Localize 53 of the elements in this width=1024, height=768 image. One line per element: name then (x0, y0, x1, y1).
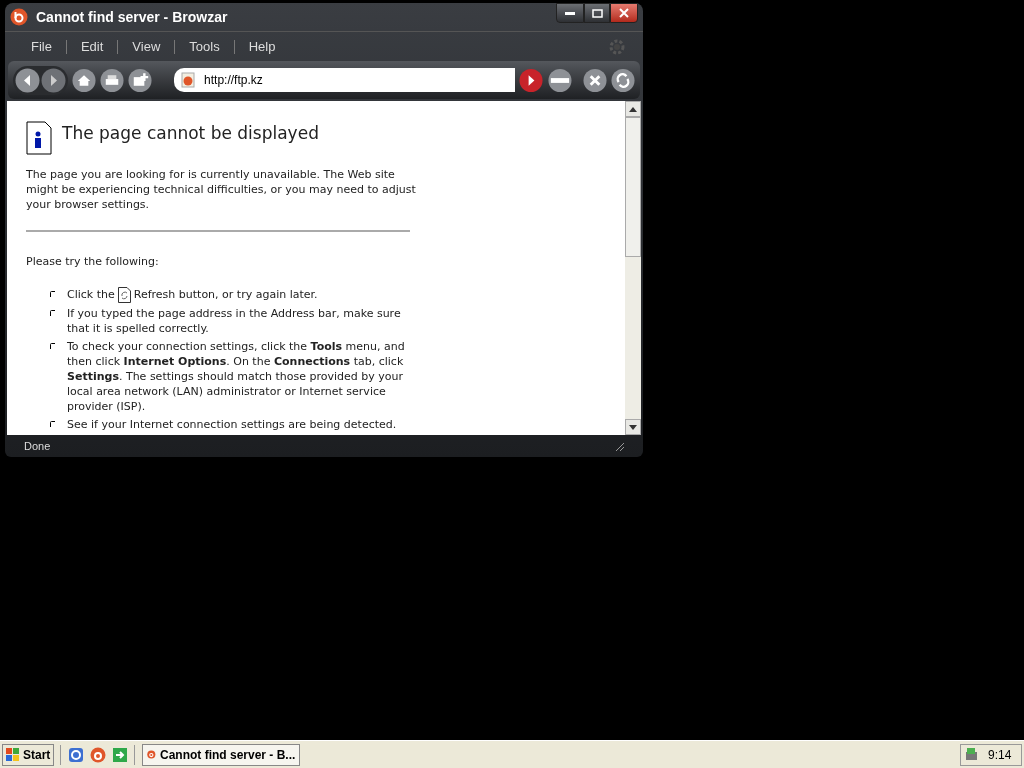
scroll-up-icon[interactable] (629, 106, 637, 112)
forward-button[interactable] (41, 67, 66, 93)
clock: 9:14 (988, 746, 1012, 764)
arrow-launch-icon[interactable] (112, 746, 129, 763)
instructions-label: Please try the following: (26, 254, 160, 270)
new-tab-button[interactable] (128, 67, 153, 93)
scroll-thumb[interactable] (625, 117, 641, 257)
page-icon (180, 72, 197, 88)
stop-button[interactable] (582, 67, 607, 93)
taskbar-window-button[interactable]: Cannot find server - B... (142, 743, 301, 766)
close-button[interactable] (610, 3, 638, 23)
dotcom-button[interactable] (546, 67, 573, 93)
bullet-text: To check your connection settings, click the Tools menu, and then click Internet Options. On the Connections tab, click Settings. The settings should match those provided by your local area network (LAN) administrator or Internet service provider (ISP). (67, 338, 406, 414)
window-title: Cannot find server - Browzar (36, 7, 228, 27)
start-button[interactable]: Start (2, 743, 55, 766)
browser-launch-icon[interactable] (68, 746, 85, 763)
menu-item[interactable]: Help (234, 36, 290, 57)
close-icon (619, 8, 629, 18)
browser-logo-icon (147, 747, 156, 762)
bullet-icon (50, 290, 55, 297)
bullet-text: See if your Internet connection settings are being detected. (67, 416, 397, 432)
bullet-text: If you typed the page address in the Address bar, make sure that it is spelled correctly. (67, 305, 402, 336)
minimize-icon (565, 11, 575, 15)
home-button[interactable] (72, 67, 97, 93)
resize-grip-icon[interactable] (614, 441, 624, 451)
scroll-down-icon[interactable] (629, 424, 637, 430)
intro-paragraph: The page you are looking for is currently unavailable. The Web site might be experiencing technical difficulties, or you may need to adjust your browser settings. (26, 167, 416, 212)
menu-item[interactable]: Edit (66, 36, 118, 57)
refresh-button[interactable] (610, 67, 635, 93)
back-button[interactable] (15, 67, 40, 93)
minimize-button[interactable] (556, 3, 584, 23)
bullet-text: Refresh button, or try again later. (133, 287, 318, 302)
print-button[interactable] (100, 67, 125, 93)
menu-item[interactable]: View (118, 36, 175, 57)
bullet-icon (50, 342, 55, 349)
network-icon[interactable] (964, 746, 980, 763)
refresh-icon (117, 286, 131, 303)
bullet-icon (50, 420, 55, 427)
browser-logo-icon (10, 8, 28, 26)
status-text: Done (24, 438, 51, 454)
maximize-button[interactable] (584, 3, 610, 23)
go-button[interactable] (518, 67, 543, 93)
windows-logo-icon (6, 747, 20, 762)
address-bar[interactable]: http://ftp.kz (174, 68, 515, 92)
menu-item[interactable]: Tools (175, 36, 234, 57)
browzar-launch-icon[interactable] (90, 746, 107, 763)
info-icon (26, 121, 52, 155)
maximize-icon (591, 8, 603, 18)
bullet-icon (50, 309, 55, 316)
page-heading: The page cannot be displayed (62, 122, 319, 146)
scrollbar[interactable] (625, 101, 641, 435)
bullet-text: Click the (67, 287, 115, 302)
menu-item[interactable]: File (17, 36, 66, 57)
